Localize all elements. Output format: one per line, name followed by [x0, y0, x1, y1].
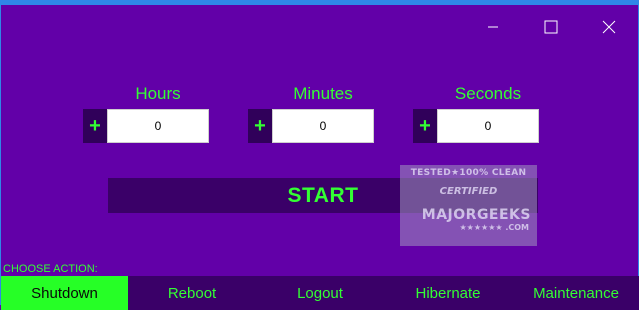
minutes-input[interactable] — [272, 109, 374, 143]
hours-input[interactable] — [107, 109, 209, 143]
maximize-button[interactable] — [522, 10, 580, 44]
seconds-label: Seconds — [454, 84, 522, 103]
maximize-icon — [544, 20, 558, 34]
close-button[interactable] — [580, 10, 638, 44]
window-controls — [464, 10, 638, 44]
minimize-icon — [488, 26, 498, 28]
minutes-label: Minutes — [293, 84, 353, 103]
choose-action-label: CHOOSE ACTION: — [3, 263, 98, 275]
app-window: Hours + Minutes + Seconds + START TESTED… — [0, 0, 639, 310]
minimize-button[interactable] — [464, 10, 522, 44]
seconds-input[interactable] — [437, 109, 539, 143]
minutes-row: + — [248, 109, 374, 143]
minutes-group: Minutes + — [248, 84, 374, 143]
watermark-brand-text: MAJORGEEKS — [421, 207, 531, 223]
seconds-group: Seconds + — [413, 84, 539, 143]
majorgeeks-watermark: TESTED★100% CLEAN CERTIFIED MAJORGEEKS ★… — [400, 165, 537, 246]
hours-row: + — [83, 109, 209, 143]
close-icon — [602, 20, 616, 34]
seconds-row: + — [413, 109, 539, 143]
minutes-plus-button[interactable]: + — [248, 109, 272, 143]
watermark-top-text: TESTED★100% CLEAN — [410, 168, 527, 178]
hours-plus-button[interactable]: + — [83, 109, 107, 143]
hours-group: Hours + — [83, 84, 209, 143]
seconds-plus-button[interactable]: + — [413, 109, 437, 143]
watermark-middle-text: CERTIFIED — [439, 186, 498, 197]
watermark-sub-text: ★★★★★★ .COM — [459, 223, 530, 232]
hours-label: Hours — [135, 84, 181, 103]
